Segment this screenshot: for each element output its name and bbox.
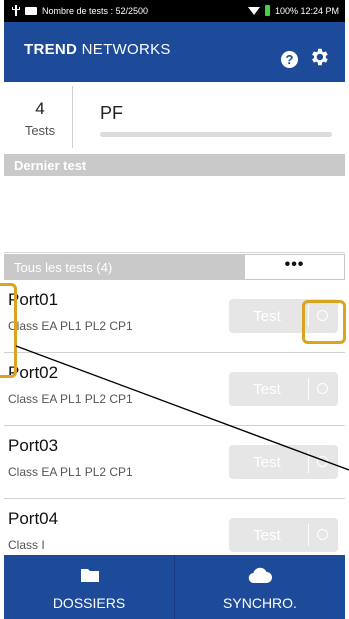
brand-regular: NETWORKS: [77, 41, 171, 58]
port-name: Port03: [8, 436, 59, 455]
test-button[interactable]: Test: [229, 372, 338, 406]
status-circle-highlight: [302, 300, 346, 344]
last-test-panel: [4, 176, 345, 253]
test-button-label: Test: [253, 527, 281, 544]
test-count-box: 4 Tests: [8, 86, 73, 148]
last-test-header: Dernier test: [4, 154, 345, 176]
left-edge-highlight: [0, 283, 17, 378]
port-row[interactable]: Port03 Class EA PL1 PL2 CP1 Test: [4, 426, 345, 499]
test-button-label: Test: [253, 308, 281, 325]
project-name: PF: [100, 103, 124, 123]
status-circle-icon: [317, 456, 328, 467]
folder-icon: [81, 569, 99, 582]
port-class: Class EA PL1 PL2 CP1: [8, 319, 133, 333]
nav-folders-label: DOSSIERS: [52, 595, 126, 611]
test-button-divider: [308, 524, 309, 546]
all-tests-bar: Tous les tests (4) •••: [4, 254, 345, 280]
port-class: Class EA PL1 PL2 CP1: [8, 392, 133, 406]
help-icon[interactable]: ?: [281, 51, 298, 68]
status-bar: Nombre de tests : 52/2500 100% 12:24 PM: [4, 0, 345, 22]
battery-time-status: 100% 12:24 PM: [274, 5, 339, 16]
settings-gear-icon[interactable]: [308, 46, 330, 68]
bottom-nav: DOSSIERS SYNCHRO.: [4, 555, 345, 619]
test-button[interactable]: Test: [229, 445, 338, 479]
last-test-title: Dernier test: [14, 158, 87, 173]
status-circle-icon: [317, 383, 328, 394]
all-tests-label: Tous les tests (4): [14, 260, 113, 275]
cloud-icon: [248, 567, 272, 583]
port-class: Class I: [8, 538, 45, 552]
phone-screen: Nombre de tests : 52/2500 100% 12:24 PM …: [4, 0, 345, 619]
project-progress-bar: [100, 132, 332, 137]
test-count: 4: [35, 99, 45, 118]
folder-status-icon: [25, 6, 37, 15]
wifi-icon: [247, 6, 260, 15]
battery-icon: [264, 5, 270, 16]
test-count-label: Tests: [24, 123, 56, 138]
brand-bold: TREND: [24, 41, 78, 58]
usb-icon: [12, 5, 20, 16]
test-count-status: Nombre de tests : 52/2500: [42, 5, 149, 16]
test-button[interactable]: Test: [229, 518, 338, 552]
port-list: Port01 Class EA PL1 PL2 CP1 Test Port02 …: [4, 280, 345, 580]
app-header: TREND NETWORKS ?: [4, 22, 345, 82]
test-button-label: Test: [253, 454, 281, 471]
status-circle-icon: [317, 529, 328, 540]
port-row[interactable]: Port01 Class EA PL1 PL2 CP1 Test: [4, 280, 345, 353]
brand-logo: TREND NETWORKS: [24, 41, 171, 58]
test-button-divider: [308, 451, 309, 473]
more-options-button[interactable]: •••: [244, 254, 345, 280]
nav-sync-label: SYNCHRO.: [223, 595, 297, 611]
port-row[interactable]: Port02 Class EA PL1 PL2 CP1 Test: [4, 353, 345, 426]
port-name: Port04: [8, 509, 59, 528]
nav-sync-button[interactable]: SYNCHRO.: [175, 555, 345, 619]
test-button-label: Test: [253, 381, 281, 398]
test-button-divider: [308, 378, 309, 400]
nav-folders-button[interactable]: DOSSIERS: [4, 555, 174, 619]
project-summary[interactable]: 4 Tests PF: [4, 82, 345, 152]
port-class: Class EA PL1 PL2 CP1: [8, 465, 133, 479]
